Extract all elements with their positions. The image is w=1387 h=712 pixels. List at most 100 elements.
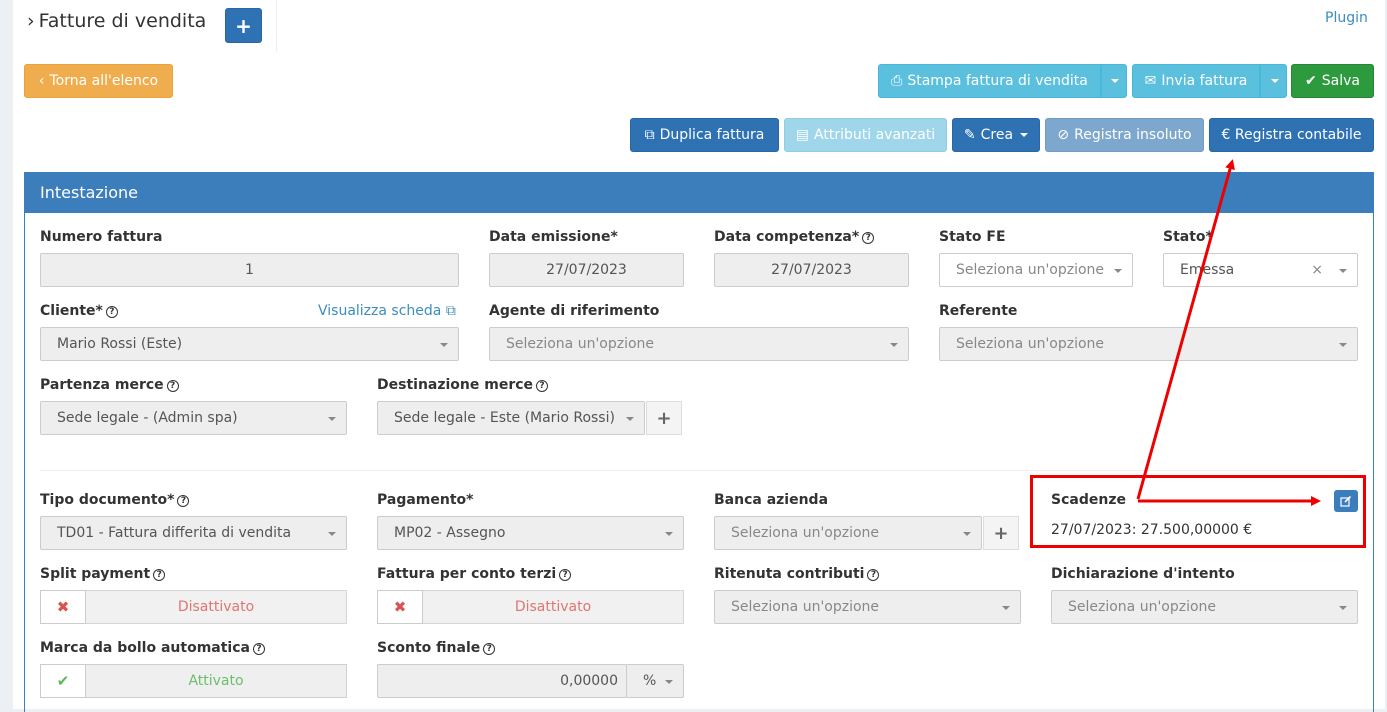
- save-button[interactable]: ✔ Salva: [1291, 64, 1374, 98]
- help-icon: ?: [559, 569, 572, 581]
- print-icon: ⎙: [891, 73, 903, 89]
- cross-icon: ✖: [377, 590, 423, 624]
- help-icon: ?: [252, 643, 265, 655]
- magic-wand-icon: ✎: [963, 127, 976, 143]
- dropdown-arrow-icon: [963, 532, 971, 536]
- referente-select[interactable]: Seleziona un'opzione: [939, 327, 1358, 361]
- stato-select[interactable]: Emessa ×: [1163, 253, 1358, 287]
- document-icon: ▤: [795, 127, 810, 143]
- dropdown-arrow-icon: [328, 417, 336, 421]
- sconto-finale-input[interactable]: 0,00000: [377, 664, 627, 698]
- section-divider: [40, 470, 1358, 471]
- marca-bollo-toggle[interactable]: ✔ Attivato: [40, 664, 347, 698]
- dichiarazione-select[interactable]: Seleziona un'opzione: [1051, 590, 1358, 624]
- dropdown-arrow-icon: [440, 343, 448, 347]
- annotation-highlight-box: [1030, 475, 1366, 548]
- panel-title: Intestazione: [25, 173, 1373, 213]
- help-icon: ?: [166, 380, 179, 392]
- clear-icon[interactable]: ×: [1311, 262, 1323, 278]
- stato-label: Stato*: [1163, 229, 1213, 245]
- ritenuta-label: Ritenuta contributi?: [714, 566, 880, 582]
- check-icon: ✔: [1305, 73, 1317, 89]
- help-icon: ?: [177, 495, 190, 507]
- plus-icon: +: [656, 407, 672, 429]
- print-dropdown-toggle[interactable]: [1101, 64, 1127, 98]
- dropdown-arrow-icon: [890, 343, 898, 347]
- add-bank-button[interactable]: +: [983, 516, 1019, 550]
- page-title: › Fatture di vendita: [27, 10, 207, 32]
- dropdown-arrow-icon: [1339, 606, 1347, 610]
- plus-icon: +: [235, 13, 252, 38]
- pagamento-select[interactable]: MP02 - Assegno: [377, 516, 684, 550]
- pagamento-label: Pagamento*: [377, 492, 474, 508]
- data-emissione-input[interactable]: 27/07/2023: [489, 253, 684, 287]
- print-button[interactable]: ⎙ Stampa fattura di vendita: [878, 64, 1101, 98]
- dropdown-arrow-icon: [626, 417, 634, 421]
- banca-select[interactable]: Seleziona un'opzione: [714, 516, 982, 550]
- chevron-left-icon: ‹: [38, 73, 45, 89]
- advanced-attributes-button[interactable]: ▤ Attributi avanzati: [784, 118, 947, 152]
- caret-down-icon: [1111, 79, 1119, 83]
- external-link-icon: ⧉: [445, 303, 456, 319]
- agente-select[interactable]: Seleziona un'opzione: [489, 327, 909, 361]
- data-emissione-label: Data emissione*: [489, 229, 618, 245]
- ban-icon: ⊘: [1057, 127, 1070, 143]
- dropdown-arrow-icon: [1339, 343, 1347, 347]
- referente-label: Referente: [939, 303, 1018, 319]
- register-unpaid-button[interactable]: ⊘ Registra insoluto: [1045, 118, 1204, 152]
- add-button[interactable]: +: [225, 8, 262, 43]
- envelope-icon: ✉: [1144, 73, 1157, 89]
- add-destination-button[interactable]: +: [646, 401, 682, 435]
- numero-fattura-label: Numero fattura: [40, 229, 163, 245]
- dropdown-arrow-icon: [1339, 269, 1347, 273]
- partenza-select[interactable]: Sede legale - (Admin spa): [40, 401, 347, 435]
- copy-icon: ⧉: [644, 127, 655, 143]
- dropdown-arrow-icon: [1114, 269, 1122, 273]
- caret-down-icon: [1270, 79, 1279, 83]
- stato-fe-label: Stato FE: [939, 229, 1006, 245]
- help-icon: ?: [536, 380, 549, 392]
- caret-down-icon: [1020, 133, 1029, 137]
- register-accounting-button[interactable]: € Registra contabile: [1209, 118, 1374, 152]
- help-icon: ?: [153, 569, 166, 581]
- check-icon: ✔: [40, 664, 86, 698]
- dichiarazione-label: Dichiarazione d'intento: [1051, 566, 1235, 582]
- plugin-link[interactable]: Plugin: [1325, 10, 1368, 26]
- create-button[interactable]: ✎ Crea: [952, 118, 1040, 152]
- tipo-documento-label: Tipo documento*?: [40, 492, 190, 508]
- chevron-right-icon: ›: [27, 10, 35, 32]
- ritenuta-select[interactable]: Seleziona un'opzione: [714, 590, 1021, 624]
- help-icon: ?: [867, 569, 880, 581]
- tipo-documento-select[interactable]: TD01 - Fattura differita di vendita: [40, 516, 347, 550]
- dropdown-arrow-icon: [328, 532, 336, 536]
- help-icon: ?: [862, 232, 875, 244]
- agente-label: Agente di riferimento: [489, 303, 660, 319]
- dropdown-arrow-icon: [665, 532, 673, 536]
- plus-icon: +: [993, 522, 1009, 544]
- data-competenza-label: Data competenza*?: [714, 229, 875, 245]
- view-client-link[interactable]: Visualizza scheda ⧉: [318, 303, 456, 319]
- send-invoice-button[interactable]: ✉ Invia fattura: [1132, 64, 1260, 98]
- partenza-label: Partenza merce?: [40, 377, 179, 393]
- data-competenza-input[interactable]: 27/07/2023: [714, 253, 909, 287]
- cliente-label: Cliente*?: [40, 303, 118, 319]
- dropdown-arrow-icon: [665, 680, 673, 684]
- split-payment-toggle[interactable]: ✖ Disattivato: [40, 590, 347, 624]
- cross-icon: ✖: [40, 590, 86, 624]
- conto-terzi-toggle[interactable]: ✖ Disattivato: [377, 590, 684, 624]
- conto-terzi-label: Fattura per conto terzi?: [377, 566, 572, 582]
- destinazione-select[interactable]: Sede legale - Este (Mario Rossi): [377, 401, 645, 435]
- sconto-finale-label: Sconto finale?: [377, 640, 496, 656]
- sconto-unit-select[interactable]: %: [626, 664, 684, 698]
- destinazione-label: Destinazione merce?: [377, 377, 549, 393]
- marca-bollo-label: Marca da bollo automatica?: [40, 640, 265, 656]
- duplicate-invoice-button[interactable]: ⧉ Duplica fattura: [630, 118, 779, 152]
- send-dropdown-toggle[interactable]: [1260, 64, 1287, 98]
- back-button[interactable]: ‹ Torna all'elenco: [24, 64, 173, 98]
- help-icon: ?: [483, 643, 496, 655]
- cliente-select[interactable]: Mario Rossi (Este): [40, 327, 459, 361]
- numero-fattura-input[interactable]: 1: [40, 253, 459, 287]
- stato-fe-select[interactable]: Seleziona un'opzione: [939, 253, 1133, 287]
- banca-label: Banca azienda: [714, 492, 829, 508]
- dropdown-arrow-icon: [1002, 606, 1010, 610]
